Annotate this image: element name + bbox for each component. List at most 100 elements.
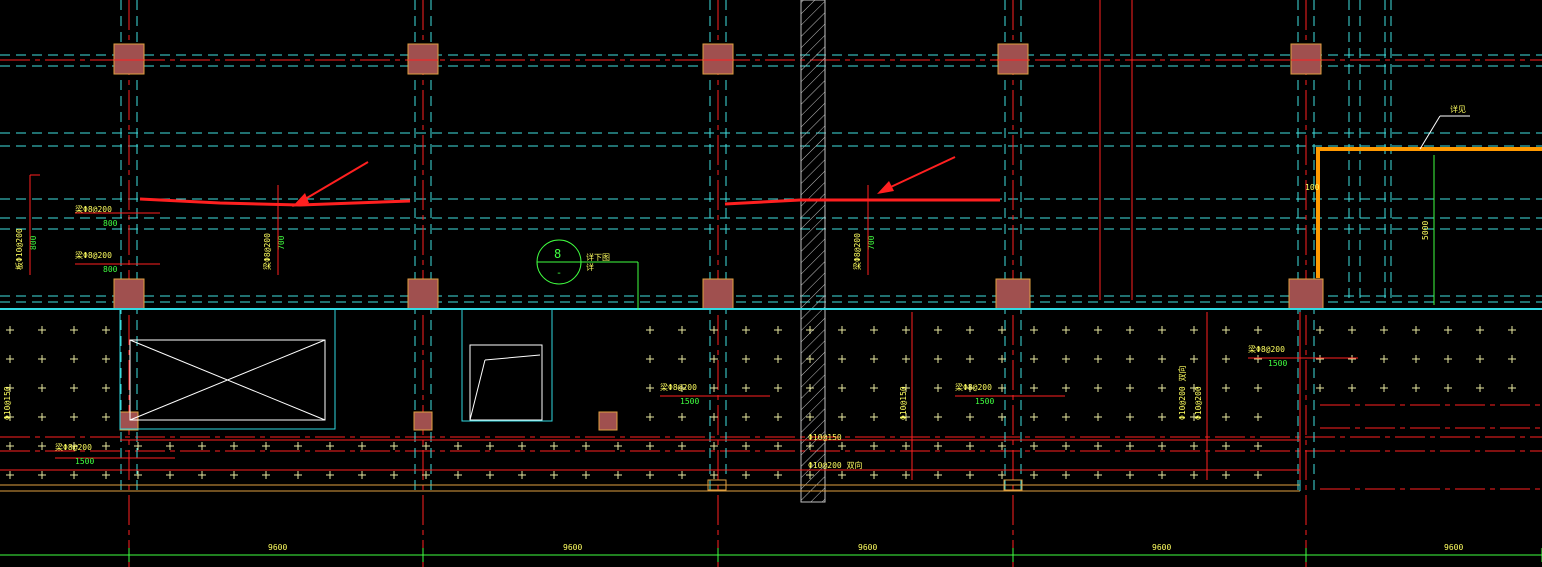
slab-cross bbox=[678, 413, 686, 421]
slab-cross bbox=[1126, 442, 1134, 450]
slab-cross bbox=[70, 355, 78, 363]
slab-cross bbox=[1158, 355, 1166, 363]
slab-cross bbox=[1062, 413, 1070, 421]
slab-cross bbox=[742, 413, 750, 421]
slab-cross bbox=[390, 471, 398, 479]
slab-cross bbox=[870, 384, 878, 392]
slab-cross bbox=[1190, 471, 1198, 479]
slab-cross bbox=[742, 442, 750, 450]
slab-cross bbox=[1348, 355, 1356, 363]
slab-cross bbox=[934, 355, 942, 363]
slab-cross bbox=[1476, 355, 1484, 363]
slab-cross bbox=[486, 471, 494, 479]
slab-cross bbox=[1190, 326, 1198, 334]
slab-cross bbox=[326, 442, 334, 450]
slab-cross bbox=[70, 384, 78, 392]
slab-cross bbox=[1094, 326, 1102, 334]
rebar-dim: 1500 bbox=[680, 397, 699, 406]
callout-text: 详见 bbox=[1450, 104, 1466, 114]
slab-cross bbox=[1222, 326, 1230, 334]
slab-cross bbox=[934, 442, 942, 450]
slab-cross bbox=[262, 471, 270, 479]
slab-cross bbox=[1508, 355, 1516, 363]
slab-cross bbox=[230, 471, 238, 479]
rebar-label: 梁Φ8@200 bbox=[75, 251, 112, 260]
slab-cross bbox=[1254, 384, 1262, 392]
column-small bbox=[413, 411, 433, 431]
slab-cross bbox=[550, 471, 558, 479]
slab-cross bbox=[870, 326, 878, 334]
slab-cross bbox=[1380, 355, 1388, 363]
slab-cross bbox=[294, 442, 302, 450]
column-small bbox=[598, 411, 618, 431]
slab-cross bbox=[1158, 442, 1166, 450]
slab-cross bbox=[70, 413, 78, 421]
slab-cross bbox=[1254, 471, 1262, 479]
stair-line bbox=[469, 359, 486, 421]
slab-cross bbox=[1126, 384, 1134, 392]
column bbox=[995, 278, 1031, 310]
slab-cross bbox=[326, 471, 334, 479]
cad-drawing-canvas[interactable]: 8- 详下图详梁Φ8@200 800 梁Φ8@200 800 板Φ10@200 800 梁Φ8… bbox=[0, 0, 1542, 567]
callout-dim: 5000 bbox=[1421, 221, 1430, 240]
slab-cross bbox=[38, 384, 46, 392]
slab-cross bbox=[102, 326, 110, 334]
slab-cross bbox=[1476, 384, 1484, 392]
column bbox=[407, 278, 439, 310]
leader-line bbox=[1419, 115, 1441, 150]
column bbox=[997, 43, 1029, 75]
slab-cross bbox=[710, 413, 718, 421]
slab-cross bbox=[614, 471, 622, 479]
slab-cross bbox=[1222, 442, 1230, 450]
slab-cross bbox=[1190, 355, 1198, 363]
slab-cross bbox=[1158, 471, 1166, 479]
slab-cross bbox=[38, 326, 46, 334]
slab-cross bbox=[678, 355, 686, 363]
stair-frame bbox=[461, 308, 553, 422]
slab-cross bbox=[1094, 355, 1102, 363]
dimension-label: 9600 bbox=[1152, 543, 1171, 552]
slab-cross bbox=[1158, 413, 1166, 421]
slab-cross bbox=[1062, 442, 1070, 450]
slab-cross bbox=[230, 442, 238, 450]
slab-cross bbox=[646, 442, 654, 450]
slab-cross bbox=[1222, 355, 1230, 363]
hatched-wall bbox=[800, 0, 826, 503]
slab-cross bbox=[838, 471, 846, 479]
slab-cross bbox=[1126, 471, 1134, 479]
slab-cross bbox=[678, 471, 686, 479]
slab-cross bbox=[6, 355, 14, 363]
slab-cross bbox=[870, 355, 878, 363]
slab-cross bbox=[454, 471, 462, 479]
slab-cross bbox=[1316, 326, 1324, 334]
slab-cross bbox=[774, 355, 782, 363]
slab-cross bbox=[1030, 326, 1038, 334]
slab-cross bbox=[102, 413, 110, 421]
slab-cross bbox=[1348, 326, 1356, 334]
stair-line bbox=[484, 354, 541, 361]
column bbox=[702, 278, 734, 310]
slab-cross bbox=[1094, 384, 1102, 392]
slab-cross bbox=[1062, 384, 1070, 392]
slab-cross bbox=[646, 355, 654, 363]
column bbox=[113, 43, 145, 75]
floor-plan-drawing: 8-详下图详梁Φ8@200800梁Φ8@200800板Φ10@200 800 梁Φ8… bbox=[0, 0, 1542, 567]
slab-cross bbox=[70, 471, 78, 479]
slab-cross-pattern bbox=[6, 326, 1516, 479]
slab-cross bbox=[710, 384, 718, 392]
slab-cross bbox=[614, 442, 622, 450]
slab-cross bbox=[774, 413, 782, 421]
slab-cross bbox=[1190, 442, 1198, 450]
column bbox=[702, 43, 734, 75]
slab-cross bbox=[102, 471, 110, 479]
dimension-label: 9600 bbox=[563, 543, 582, 552]
slab-cross bbox=[1444, 384, 1452, 392]
side-rebar-label: Φ10@200 双向 bbox=[808, 460, 863, 470]
slab-cross bbox=[134, 471, 142, 479]
slab-cross bbox=[102, 355, 110, 363]
slab-cross bbox=[1412, 355, 1420, 363]
slab-cross bbox=[294, 471, 302, 479]
slab-cross bbox=[262, 442, 270, 450]
slab-cross bbox=[710, 471, 718, 479]
slab-cross bbox=[1254, 442, 1262, 450]
